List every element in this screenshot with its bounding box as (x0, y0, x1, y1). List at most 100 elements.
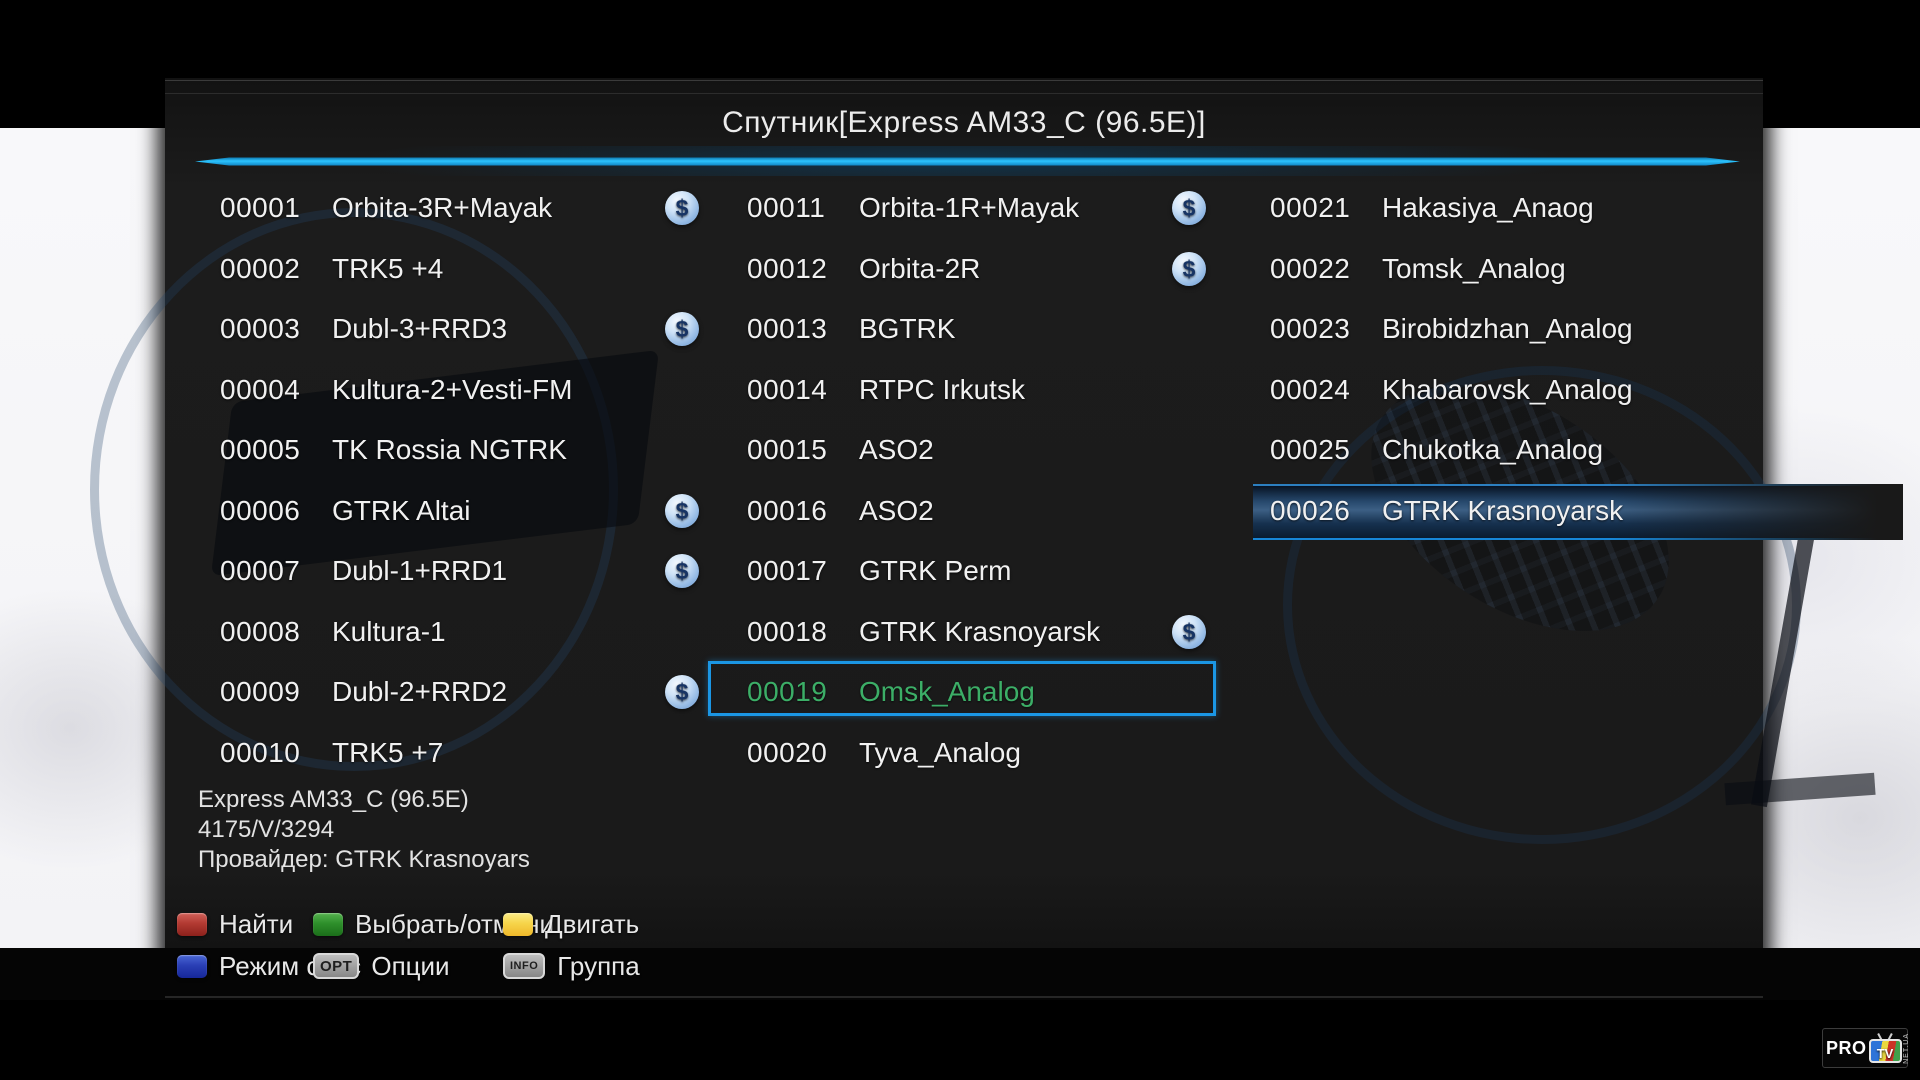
channel-name: ASO2 (859, 495, 934, 526)
channel-row[interactable]: 00026GTRK Krasnoyarsk (1270, 481, 1830, 541)
tv-frame: Спутник[Express AM33_C (96.5E)] 00001Orb… (0, 0, 1920, 1080)
channel-name: Tomsk_Analog (1382, 253, 1566, 284)
channel-name: BGTRK (859, 313, 955, 344)
channel-number: 00013 (747, 299, 859, 359)
channel-name: GTRK Altai (332, 495, 470, 526)
channel-name: GTRK Krasnoyarsk (859, 616, 1100, 647)
legend-group[interactable]: INFO Группа (503, 948, 640, 984)
channel-name: TRK5 +4 (332, 253, 443, 284)
legend-row-1: Найти Выбрать/отмени Двигать (165, 906, 1763, 942)
channel-row[interactable]: 00005TK Rossia NGTRK (220, 420, 780, 480)
channel-row[interactable]: 00024Khabarovsk_Analog (1270, 360, 1830, 420)
legend-find[interactable]: Найти (177, 906, 293, 942)
pay-channel-icon: $ (665, 554, 699, 588)
channel-number: 00020 (747, 723, 859, 783)
blue-button-icon (177, 955, 207, 978)
channel-name: TRK5 +7 (332, 737, 443, 768)
channel-name: ASO2 (859, 434, 934, 465)
channel-row[interactable]: 00002TRK5 +4 (220, 239, 780, 299)
channel-number: 00017 (747, 541, 859, 601)
tv-icon: TV (1869, 1033, 1902, 1063)
logo-tv-text: TV (1869, 1046, 1902, 1061)
channel-number: 00011 (747, 178, 859, 238)
logo-netua-text: NET.UA (1903, 1033, 1911, 1064)
channel-number: 00025 (1270, 420, 1382, 480)
channel-row[interactable]: 00023Birobidzhan_Analog (1270, 299, 1830, 359)
selection-box (708, 661, 1216, 716)
channel-number: 00003 (220, 299, 332, 359)
legend-label: Найти (219, 909, 293, 940)
channel-row[interactable]: 00025Chukotka_Analog (1270, 420, 1830, 480)
channel-row[interactable]: 00003Dubl-3+RRD3$ (220, 299, 780, 359)
panel-top-line (165, 93, 1763, 94)
legend-label: Двигать (545, 909, 639, 940)
channel-row[interactable]: 00008Kultura-1 (220, 602, 780, 662)
channel-row[interactable]: 00004Kultura-2+Vesti-FM (220, 360, 780, 420)
channel-name: TK Rossia NGTRK (332, 434, 567, 465)
channel-name: Dubl-3+RRD3 (332, 313, 507, 344)
channel-row[interactable]: 00015ASO2 (747, 420, 1307, 480)
yellow-button-icon (503, 913, 533, 936)
channel-row[interactable]: 00007Dubl-1+RRD1 $ (220, 541, 780, 601)
channel-number: 00006 (220, 481, 332, 541)
channel-row[interactable]: 00020Tyva_Analog (747, 723, 1307, 783)
info-button-icon: INFO (503, 953, 545, 979)
channel-number: 00018 (747, 602, 859, 662)
channel-name: Dubl-1+RRD1 (332, 555, 507, 586)
protv-watermark-logo: PRO TV NET.UA (1822, 1028, 1908, 1068)
channel-number: 00015 (747, 420, 859, 480)
provider-name: Провайдер: GTRK Krasnoyars (198, 845, 530, 875)
channel-number: 00010 (220, 723, 332, 783)
channel-name: Kultura-1 (332, 616, 446, 647)
transponder-params: 4175/V/3294 (198, 815, 530, 845)
channel-number: 00021 (1270, 178, 1382, 238)
pay-channel-icon: $ (665, 675, 699, 709)
channel-number: 00012 (747, 239, 859, 299)
legend-move[interactable]: Двигать (503, 906, 639, 942)
green-button-icon (313, 913, 343, 936)
channel-row[interactable]: 00011Orbita-1R+Mayak$ (747, 178, 1307, 238)
channel-row[interactable]: 00014RTPC Irkutsk (747, 360, 1307, 420)
channel-row[interactable]: 00021Hakasiya_Anaog (1270, 178, 1830, 238)
channel-row[interactable]: 00022Tomsk_Analog (1270, 239, 1830, 299)
channel-name: Chukotka_Analog (1382, 434, 1603, 465)
channel-row[interactable]: 00016ASO2 (747, 481, 1307, 541)
pay-channel-icon: $ (1172, 252, 1206, 286)
channel-row[interactable]: 00006GTRK Altai $ (220, 481, 780, 541)
channel-number: 00026 (1270, 481, 1382, 541)
panel-top-line (165, 80, 1763, 81)
channel-name: Khabarovsk_Analog (1382, 374, 1633, 405)
channel-row[interactable]: 00012Orbita-2R$ (747, 239, 1307, 299)
channel-row[interactable]: 00009Dubl-2+RRD2 $ (220, 662, 780, 722)
channel-number: 00023 (1270, 299, 1382, 359)
pay-channel-icon: $ (1172, 615, 1206, 649)
legend-row-2: Режим спис OPT Опции INFO Группа (165, 948, 1763, 984)
channel-number: 00009 (220, 662, 332, 722)
page-title: Спутник[Express AM33_C (96.5E)] (165, 106, 1763, 140)
pay-channel-icon: $ (665, 494, 699, 528)
channel-row[interactable]: 00013BGTRK (747, 299, 1307, 359)
legend-options[interactable]: OPT Опции (313, 948, 450, 984)
red-button-icon (177, 913, 207, 936)
channel-row[interactable]: 00001Orbita-3R+Mayak$ (220, 178, 780, 238)
channel-name: Dubl-2+RRD2 (332, 676, 507, 707)
channel-number: 00001 (220, 178, 332, 238)
channel-number: 00014 (747, 360, 859, 420)
channel-number: 00024 (1270, 360, 1382, 420)
channel-number: 00007 (220, 541, 332, 601)
title-underline (195, 157, 1740, 166)
channel-row[interactable]: 00010TRK5 +7 (220, 723, 780, 783)
channel-number: 00004 (220, 360, 332, 420)
channel-row[interactable]: 00018GTRK Krasnoyarsk $ (747, 602, 1307, 662)
channel-name: RTPC Irkutsk (859, 374, 1025, 405)
channel-row[interactable]: 00017GTRK Perm (747, 541, 1307, 601)
legend-label: Группа (557, 951, 639, 982)
panel-bottom-edge (165, 996, 1763, 998)
channel-number: 00002 (220, 239, 332, 299)
channel-name: GTRK Krasnoyarsk (1382, 495, 1623, 526)
channel-number: 00005 (220, 420, 332, 480)
channel-number: 00022 (1270, 239, 1382, 299)
pay-channel-icon: $ (665, 191, 699, 225)
channel-name: Orbita-1R+Mayak (859, 192, 1079, 223)
logo-pro-text: PRO (1826, 1038, 1867, 1059)
